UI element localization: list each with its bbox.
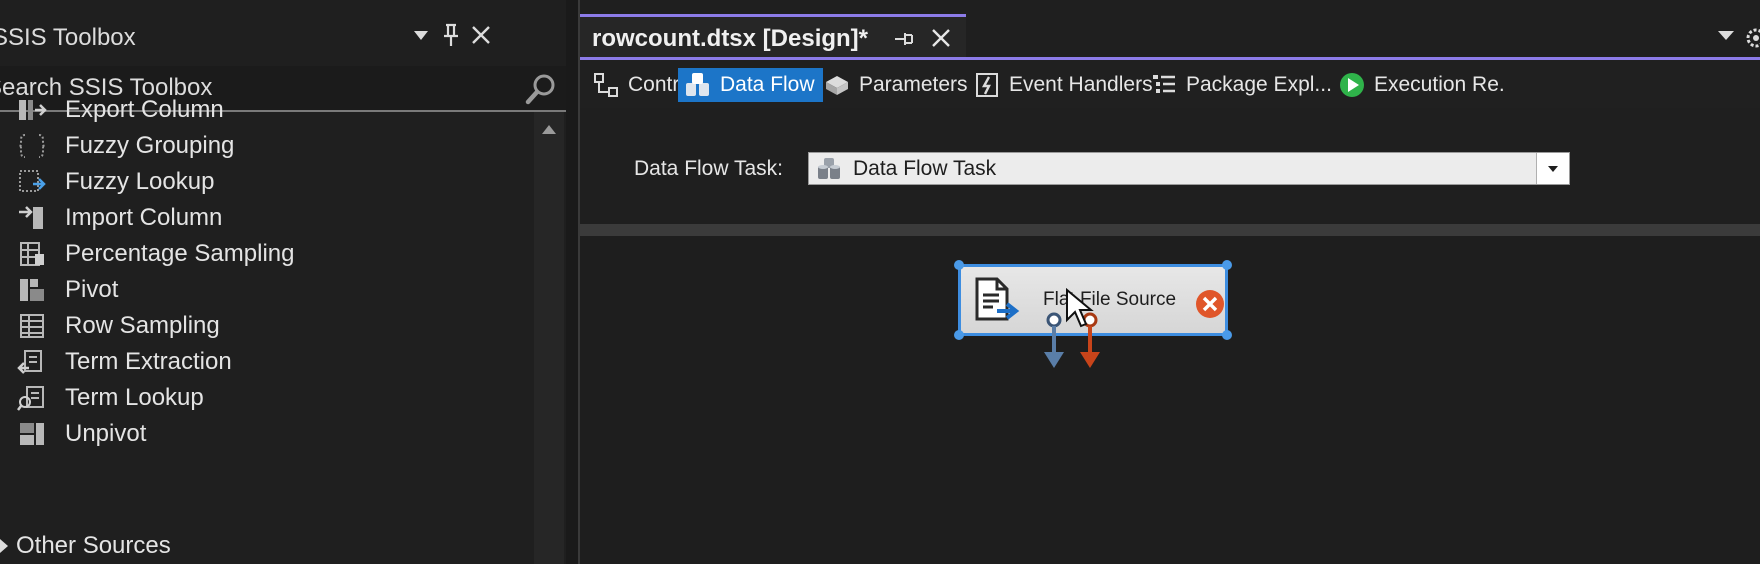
canvas-separator (580, 224, 1760, 236)
window-position-dropdown-icon[interactable] (408, 22, 434, 48)
import-column-icon (16, 203, 48, 233)
control-flow-icon (592, 71, 620, 99)
unpivot-icon (16, 419, 48, 449)
toolbox-item[interactable]: Term Extraction (16, 344, 232, 380)
term-lookup-icon (16, 383, 48, 413)
selection-handle[interactable] (1222, 330, 1232, 340)
toolbox-item-label: Term Extraction (65, 348, 232, 375)
toolbox-item[interactable]: Unpivot (16, 416, 146, 452)
designer-tab-label: Data Flow (720, 73, 815, 96)
designer-tab-label: Parameters (859, 73, 968, 96)
toolbox-item[interactable]: Percentage Sampling (16, 236, 294, 272)
package-explorer-icon (1150, 71, 1178, 99)
designer-tab-data-flow[interactable]: Data Flow (678, 68, 823, 102)
tab-pin-icon[interactable] (892, 27, 916, 51)
toolbox-item-label: Fuzzy Grouping (65, 132, 235, 159)
package-designer: rowcount.dtsx [Design]* Control FlowData… (580, 0, 1760, 564)
toolbox-item[interactable]: Term Lookup (16, 380, 204, 416)
parameters-icon (823, 71, 851, 99)
fuzzy-lookup-icon (16, 167, 48, 197)
toolbox-item[interactable]: Row Sampling (16, 308, 220, 344)
designer-tab-label: Package Expl... (1186, 73, 1332, 96)
panel-splitter[interactable] (566, 0, 580, 564)
designer-tab-strip: Control FlowData FlowParametersEvent Han… (580, 60, 1760, 108)
gear-icon[interactable] (1742, 24, 1760, 52)
ssis-toolbox-panel: SSIS Toolbox Export Column Fuzzy Grouping… (0, 0, 580, 564)
selection-handle[interactable] (1222, 260, 1232, 270)
toolbox-scrollbar[interactable] (534, 112, 564, 564)
row-sampling-icon (16, 311, 48, 341)
group-label: Other Sources (16, 532, 171, 559)
toolbox-item[interactable]: Export Column (16, 92, 224, 128)
toolbox-item-label: Row Sampling (65, 312, 220, 339)
toolbox-item-label: Term Lookup (65, 384, 204, 411)
close-panel-icon[interactable] (468, 22, 494, 48)
term-extraction-icon (16, 347, 48, 377)
component-label: Flat File Source (1043, 289, 1177, 310)
toolbox-item[interactable]: Fuzzy Grouping (16, 128, 234, 164)
fuzzy-grouping-icon (16, 131, 48, 161)
toolbox-item[interactable]: Pivot (16, 272, 118, 308)
toolbox-item-label: Unpivot (65, 420, 147, 447)
expand-triangle-icon (0, 539, 8, 553)
data-flow-task-bar: Data Flow Task: Data Flow Task (580, 108, 1760, 224)
data-flow-icon (684, 71, 712, 99)
document-tab[interactable]: rowcount.dtsx [Design]* (580, 14, 966, 58)
data-flow-task-label: Data Flow Task: (634, 157, 783, 180)
tab-list-dropdown-icon[interactable] (1717, 28, 1739, 50)
flat-file-source-icon (971, 275, 1027, 327)
success-path-arrow-icon[interactable] (1044, 312, 1064, 368)
mouse-cursor-icon (1065, 287, 1095, 330)
tab-close-icon[interactable] (928, 25, 954, 51)
dropdown-arrow-icon[interactable] (1536, 153, 1569, 184)
scroll-up-arrow-icon[interactable] (534, 118, 564, 140)
designer-tab-package-explorer[interactable]: Package Expl... (1144, 68, 1340, 102)
selection-handle[interactable] (954, 260, 964, 270)
data-flow-task-select[interactable]: Data Flow Task (808, 152, 1570, 185)
error-icon[interactable] (1195, 289, 1225, 319)
toolbox-item[interactable]: Fuzzy Lookup (16, 164, 214, 200)
toolbox-item-label: Export Column (65, 96, 224, 123)
designer-tab-label: Execution Re. (1374, 73, 1505, 96)
toolbox-item-label: Import Column (65, 204, 223, 231)
search-icon[interactable] (524, 72, 558, 106)
toolbox-item-label: Percentage Sampling (65, 240, 295, 267)
designer-tab-event-handlers[interactable]: Event Handlers (967, 68, 1161, 102)
event-handlers-icon (973, 71, 1001, 99)
designer-tab-label: Event Handlers (1009, 73, 1153, 96)
pivot-icon (16, 275, 48, 305)
export-column-icon (16, 95, 48, 125)
toolbox-group-other-sources[interactable]: Other Sources (0, 528, 171, 564)
toolbox-item-label: Fuzzy Lookup (65, 168, 215, 195)
document-tab-title: rowcount.dtsx [Design]* (592, 25, 869, 52)
percentage-sampling-icon (16, 239, 48, 269)
pin-icon[interactable] (438, 22, 464, 48)
selection-handle[interactable] (954, 330, 964, 340)
data-flow-canvas[interactable]: Flat File Source (580, 236, 1760, 564)
toolbox-item-label: Pivot (65, 276, 119, 303)
data-flow-task-value: Data Flow Task (853, 157, 997, 180)
toolbox-title: SSIS Toolbox (0, 24, 136, 51)
designer-tab-parameters[interactable]: Parameters (817, 68, 976, 102)
data-flow-task-icon (815, 156, 845, 182)
execution-results-icon (1338, 71, 1366, 99)
designer-tab-execution-results[interactable]: Execution Re. (1332, 68, 1513, 102)
toolbox-item[interactable]: Import Column (16, 200, 222, 236)
